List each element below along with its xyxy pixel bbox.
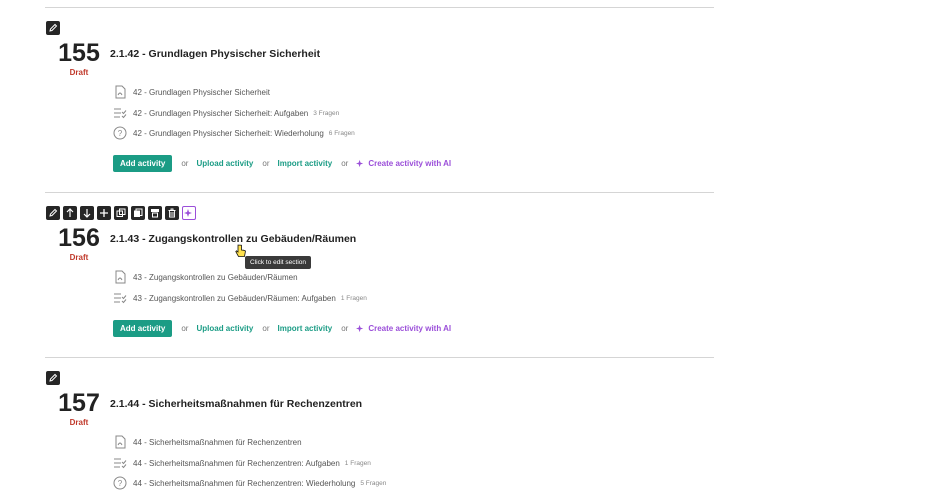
add-activity-button[interactable]: Add activity (113, 320, 173, 337)
activity-actions: Add activity or Upload activity or Impor… (113, 155, 451, 172)
section-number: 157 (58, 389, 100, 417)
draft-badge: Draft (69, 253, 89, 262)
section-title[interactable]: 2.1.42 - Grundlagen Physischer Sicherhei… (110, 48, 320, 60)
ai-link-label: Create activity with AI (368, 159, 452, 168)
section-toolbar (46, 371, 60, 385)
question-icon: ? (113, 476, 127, 490)
upload-activity-link[interactable]: Upload activity (196, 324, 253, 333)
add-activity-button[interactable]: Add activity (113, 155, 173, 172)
create-activity-ai-link[interactable]: Create activity with AI (356, 159, 451, 168)
sparkle-icon (356, 159, 364, 168)
task-list-icon (113, 106, 127, 120)
edit-pencil-icon[interactable] (46, 206, 60, 220)
section-toolbar (46, 21, 60, 35)
task-list-icon (113, 291, 127, 305)
arrow-up-icon[interactable] (63, 206, 77, 220)
section-156: 156 Draft 2.1.43 - Zugangskontrollen zu … (45, 206, 714, 346)
section-divider (45, 192, 714, 193)
activity-item[interactable]: 42 - Grundlagen Physischer Sicherheit (113, 84, 270, 100)
activity-item[interactable]: 43 - Zugangskontrollen zu Gebäuden/Räume… (113, 269, 298, 285)
activity-label: 44 - Sicherheitsmaßnahmen für Rechenzent… (133, 478, 356, 488)
create-activity-ai-link[interactable]: Create activity with AI (356, 324, 451, 333)
or-separator: or (341, 324, 349, 333)
hand-cursor-icon (235, 244, 246, 257)
add-plus-icon[interactable] (97, 206, 111, 220)
activity-label: 44 - Sicherheitsmaßnahmen für Rechenzent… (133, 437, 302, 447)
section-divider (45, 357, 714, 358)
activity-label: 44 - Sicherheitsmaßnahmen für Rechenzent… (133, 458, 340, 468)
question-count: 6 Fragen (328, 129, 355, 137)
upload-activity-link[interactable]: Upload activity (196, 159, 253, 168)
arrow-down-icon[interactable] (80, 206, 94, 220)
svg-text:?: ? (118, 129, 123, 138)
pdf-icon (113, 270, 127, 284)
draft-badge: Draft (69, 68, 89, 77)
question-count: 1 Fragen (344, 459, 371, 467)
trash-icon[interactable] (165, 206, 179, 220)
activity-item[interactable]: ? 42 - Grundlagen Physischer Sicherheit:… (113, 125, 355, 141)
or-separator: or (181, 324, 189, 333)
or-separator: or (181, 159, 189, 168)
activity-item[interactable]: ? 44 - Sicherheitsmaßnahmen für Rechenze… (113, 475, 386, 491)
section-toolbar (46, 206, 196, 220)
ai-link-label: Create activity with AI (368, 324, 452, 333)
activity-item[interactable]: 44 - Sicherheitsmaßnahmen für Rechenzent… (113, 455, 371, 471)
paste-icon[interactable] (148, 206, 162, 220)
activity-label: 43 - Zugangskontrollen zu Gebäuden/Räume… (133, 272, 298, 282)
activity-label: 43 - Zugangskontrollen zu Gebäuden/Räume… (133, 293, 336, 303)
section-number: 155 (58, 39, 100, 67)
sparkle-icon (356, 324, 364, 333)
or-separator: or (262, 159, 270, 168)
activity-label: 42 - Grundlagen Physischer Sicherheit: W… (133, 128, 324, 138)
import-activity-link[interactable]: Import activity (278, 159, 333, 168)
edit-pencil-icon[interactable] (46, 371, 60, 385)
question-count: 1 Fragen (340, 294, 367, 302)
question-count: 5 Fragen (360, 479, 387, 487)
or-separator: or (262, 324, 270, 333)
copy-icon[interactable] (131, 206, 145, 220)
svg-text:?: ? (118, 479, 123, 488)
ai-sparkle-icon[interactable] (182, 206, 196, 220)
activity-item[interactable]: 43 - Zugangskontrollen zu Gebäuden/Räume… (113, 290, 367, 306)
duplicate-icon[interactable] (114, 206, 128, 220)
section-157: 157 Draft 2.1.44 - Sicherheitsmaßnahmen … (45, 371, 714, 502)
or-separator: or (341, 159, 349, 168)
section-number: 156 (58, 224, 100, 252)
pdf-icon (113, 85, 127, 99)
activity-item[interactable]: 44 - Sicherheitsmaßnahmen für Rechenzent… (113, 434, 302, 450)
question-icon: ? (113, 126, 127, 140)
section-divider (45, 7, 714, 8)
question-count: 3 Fragen (313, 109, 340, 117)
section-155: 155 Draft 2.1.42 - Grundlagen Physischer… (45, 21, 714, 181)
draft-badge: Draft (69, 418, 89, 427)
edit-section-tooltip: Click to edit section (245, 256, 311, 269)
activity-label: 42 - Grundlagen Physischer Sicherheit: A… (133, 108, 309, 118)
activity-actions: Add activity or Upload activity or Impor… (113, 320, 451, 337)
activity-label: 42 - Grundlagen Physischer Sicherheit (133, 87, 270, 97)
task-list-icon (113, 456, 127, 470)
section-title[interactable]: 2.1.44 - Sicherheitsmaßnahmen für Rechen… (110, 398, 362, 410)
pdf-icon (113, 435, 127, 449)
edit-pencil-icon[interactable] (46, 21, 60, 35)
section-title[interactable]: 2.1.43 - Zugangskontrollen zu Gebäuden/R… (110, 233, 356, 245)
import-activity-link[interactable]: Import activity (278, 324, 333, 333)
activity-item[interactable]: 42 - Grundlagen Physischer Sicherheit: A… (113, 105, 339, 121)
